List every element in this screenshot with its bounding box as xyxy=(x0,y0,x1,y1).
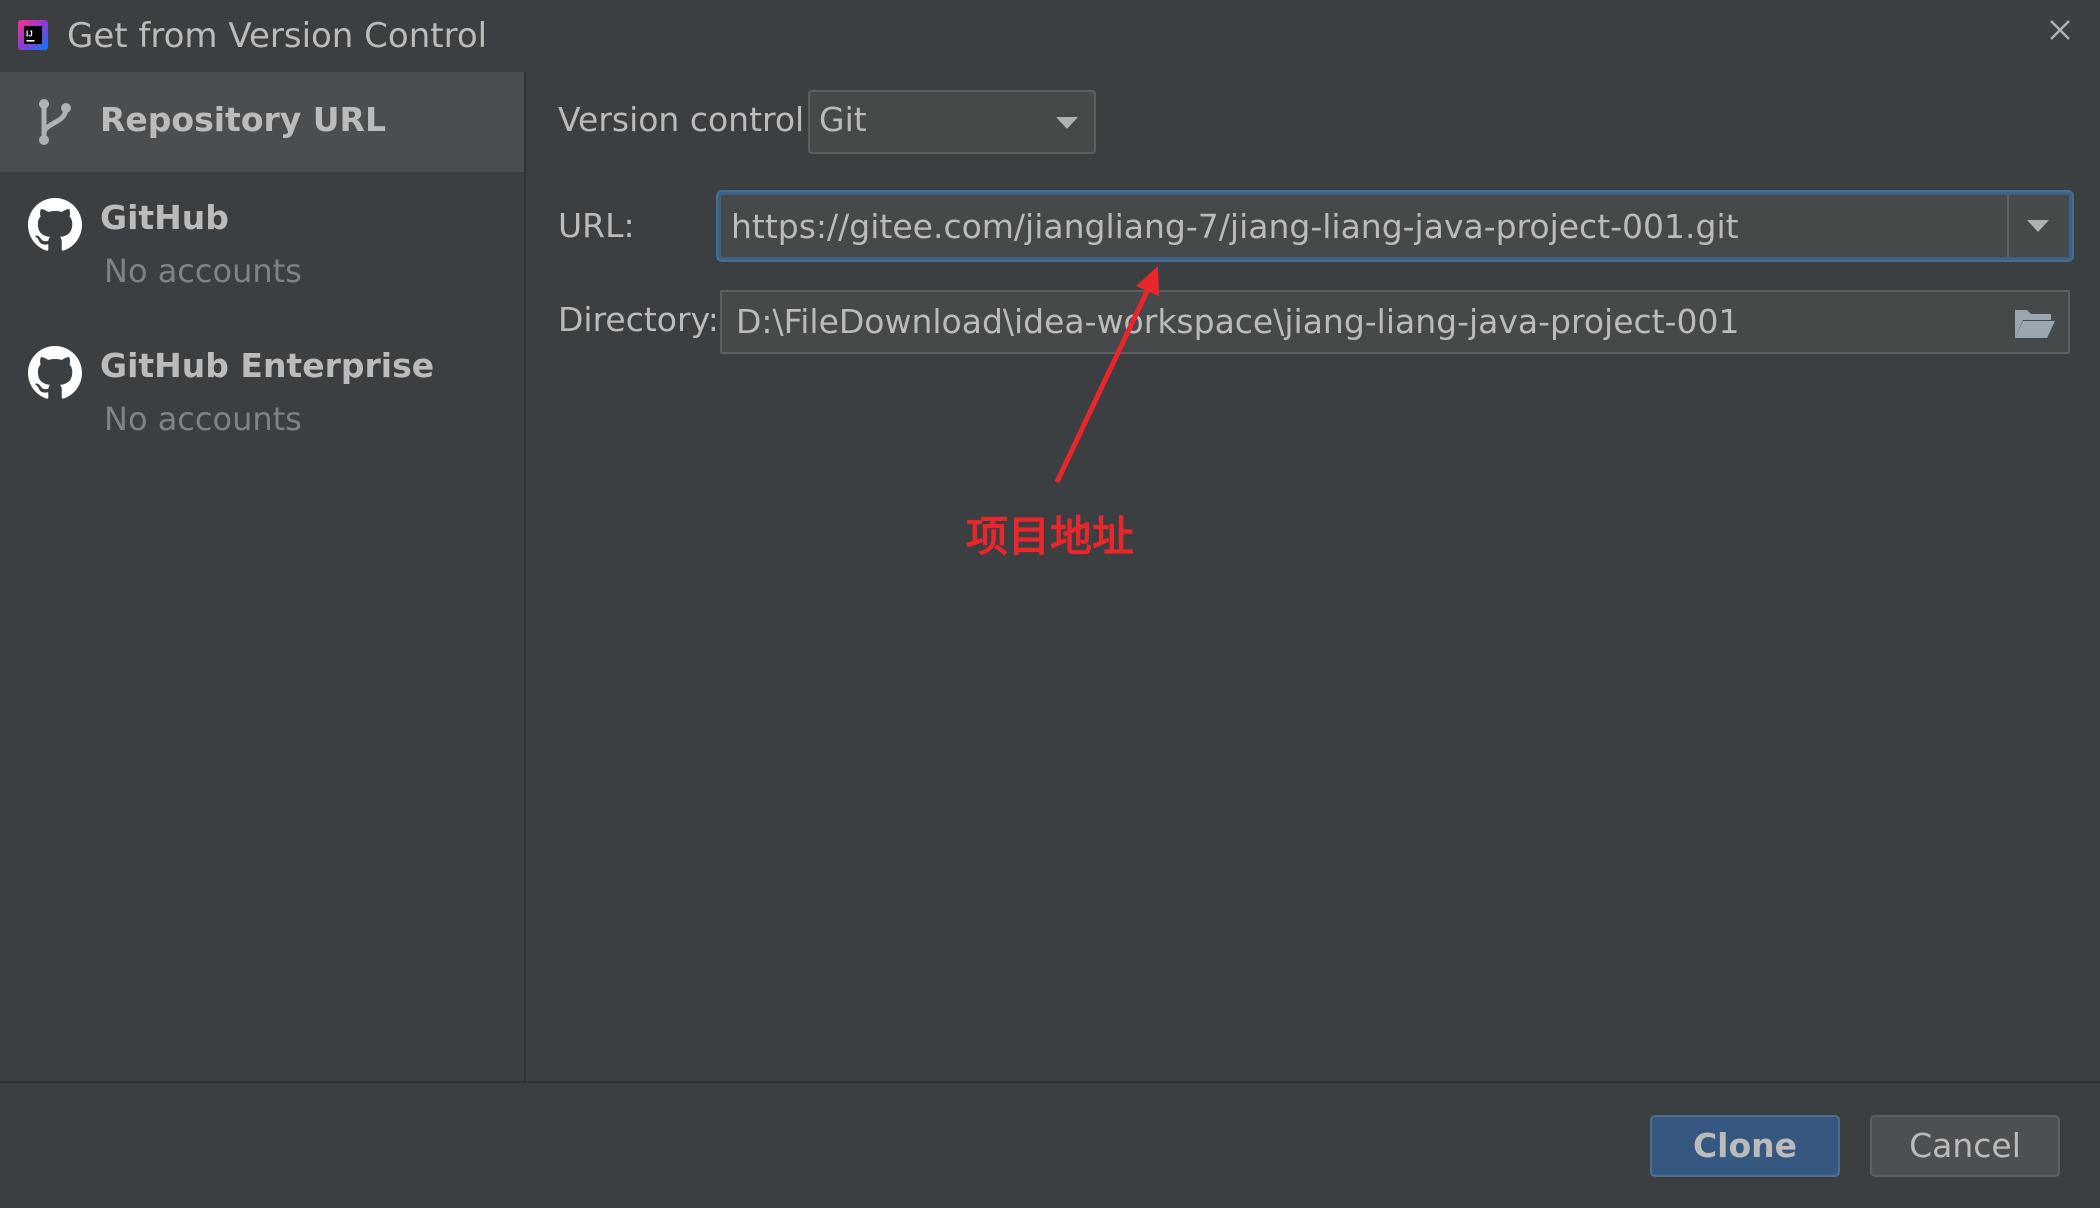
dialog-footer: Clone Cancel xyxy=(0,1083,2100,1208)
sidebar-item-repository-url[interactable]: Repository URL xyxy=(0,72,524,172)
github-icon xyxy=(28,346,82,399)
url-field[interactable]: https://gitee.com/jiangliang-7/jiang-lia… xyxy=(718,192,2072,260)
chevron-down-icon xyxy=(2027,220,2049,232)
chevron-down-icon xyxy=(1056,117,1078,129)
annotation-label: 项目地址 xyxy=(966,512,1135,561)
directory-value: D:\FileDownload\idea-workspace\jiang-lia… xyxy=(736,302,1740,341)
sidebar-item-github-enterprise[interactable]: GitHub Enterprise No accounts xyxy=(0,320,524,470)
clone-button[interactable]: Clone xyxy=(1650,1115,1840,1177)
svg-text:IJ: IJ xyxy=(26,30,33,39)
folder-open-icon[interactable] xyxy=(2012,304,2056,342)
github-icon xyxy=(28,198,82,251)
url-value: https://gitee.com/jiangliang-7/jiang-lia… xyxy=(731,207,1739,246)
version-control-value: Git xyxy=(819,100,867,139)
cancel-button[interactable]: Cancel xyxy=(1870,1115,2060,1177)
window-title: Get from Version Control xyxy=(67,16,488,56)
sidebar-item-label: GitHub xyxy=(100,198,229,237)
url-label: URL: xyxy=(558,206,635,245)
sidebar-item-sublabel: No accounts xyxy=(104,400,302,438)
url-history-dropdown[interactable] xyxy=(2009,195,2069,257)
version-control-label: Version control: xyxy=(558,100,816,139)
directory-field[interactable]: D:\FileDownload\idea-workspace\jiang-lia… xyxy=(720,290,2070,354)
get-from-vcs-dialog: IJ Get from Version Control Repository U… xyxy=(0,0,2100,1208)
directory-label: Directory: xyxy=(558,300,719,339)
version-control-select[interactable]: Git xyxy=(808,90,1096,154)
sidebar-item-label: GitHub Enterprise xyxy=(100,346,435,385)
vcs-branch-icon xyxy=(39,99,71,145)
sidebar-item-sublabel: No accounts xyxy=(104,252,302,290)
sidebar-item-label: Repository URL xyxy=(100,100,386,139)
sidebar: Repository URL GitHub No accounts GitHub… xyxy=(0,72,526,1081)
title-bar: IJ Get from Version Control xyxy=(0,0,2100,72)
close-icon[interactable] xyxy=(2040,10,2080,50)
intellij-idea-icon: IJ xyxy=(18,20,48,50)
sidebar-item-github[interactable]: GitHub No accounts xyxy=(0,172,524,320)
